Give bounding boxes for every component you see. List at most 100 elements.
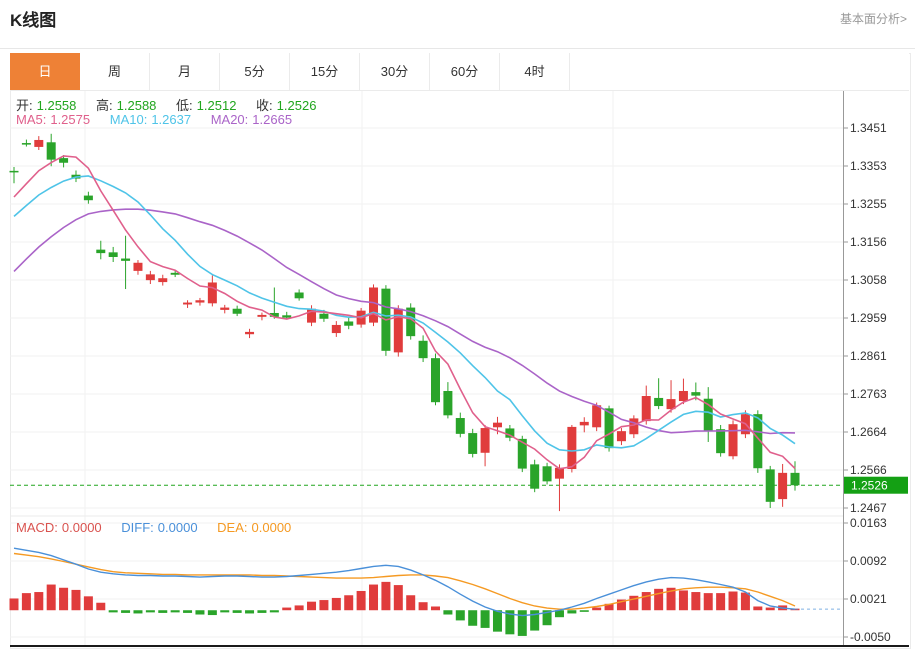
tab-日[interactable]: 日 bbox=[10, 53, 80, 90]
macd-histogram-bar bbox=[145, 610, 155, 613]
macd-histogram-bar bbox=[753, 606, 763, 611]
candle-body bbox=[430, 358, 440, 403]
high-label: 高: bbox=[96, 98, 113, 113]
macd-histogram-bar bbox=[170, 610, 180, 613]
dea-line bbox=[13, 552, 796, 610]
macd-histogram-bar bbox=[369, 584, 379, 611]
macd-histogram-bar bbox=[356, 590, 366, 611]
macd-histogram-bar bbox=[9, 598, 19, 611]
y-axis-label: 1.2861 bbox=[850, 349, 887, 363]
close-value: 1.2526 bbox=[276, 98, 317, 113]
candle-body bbox=[145, 274, 155, 281]
macd-histogram-bar bbox=[691, 592, 701, 611]
y-axis-label: 1.2664 bbox=[850, 425, 887, 439]
macd-histogram-bar bbox=[455, 610, 465, 621]
candle-body bbox=[46, 142, 56, 160]
y-axis-label: 1.2763 bbox=[850, 387, 887, 401]
macd-histogram-bar bbox=[307, 601, 317, 611]
macd-histogram-bar bbox=[492, 610, 502, 632]
ma20-value: 1.2665 bbox=[252, 112, 293, 127]
tab-周[interactable]: 周 bbox=[80, 53, 150, 90]
candle-body bbox=[641, 396, 651, 422]
ma-info-row: MA5: 1.2575 MA10: 1.2637 MA20: 1.2665 bbox=[16, 112, 296, 127]
open-label: 开: bbox=[16, 98, 33, 113]
low-value: 1.2512 bbox=[196, 98, 237, 113]
macd-histogram-bar bbox=[579, 610, 589, 612]
macd-histogram-bar bbox=[220, 610, 230, 613]
candle-body bbox=[282, 315, 292, 318]
candle-body bbox=[765, 469, 775, 502]
diff-line bbox=[13, 547, 796, 617]
macd-histogram-bar bbox=[678, 590, 688, 611]
candle-body bbox=[778, 472, 788, 500]
macd-histogram-bar bbox=[740, 592, 750, 611]
candle-body bbox=[678, 390, 688, 402]
candle-body bbox=[158, 278, 168, 283]
candle-body bbox=[418, 340, 428, 359]
candle-body bbox=[220, 307, 230, 310]
macd-histogram-bar bbox=[257, 610, 267, 613]
tab-15分[interactable]: 15分 bbox=[290, 53, 360, 90]
tab-60分[interactable]: 60分 bbox=[430, 53, 500, 90]
macd-histogram-bar bbox=[232, 610, 242, 613]
macd-label: MACD: bbox=[16, 520, 58, 535]
macd-value: 0.0000 bbox=[61, 520, 102, 535]
candle-body bbox=[728, 424, 738, 457]
candle-body bbox=[245, 331, 255, 335]
candle-body bbox=[195, 300, 205, 303]
macd-histogram-bar bbox=[654, 588, 664, 611]
ma10-line bbox=[13, 175, 796, 452]
candle-body bbox=[207, 282, 217, 304]
macd-histogram-bar bbox=[96, 602, 106, 611]
ma20-line bbox=[13, 208, 796, 435]
candle-body bbox=[579, 421, 589, 426]
open-value: 1.2558 bbox=[36, 98, 77, 113]
macd-histogram-bar bbox=[716, 593, 726, 611]
candle-body bbox=[133, 262, 143, 271]
candle-body bbox=[319, 313, 329, 319]
candle-body bbox=[654, 397, 664, 407]
macd-histogram-bar bbox=[71, 589, 81, 611]
macd-histogram-bar bbox=[331, 597, 341, 611]
macd-histogram-bar bbox=[282, 607, 292, 611]
macd-histogram-bar bbox=[59, 587, 69, 611]
candle-body bbox=[542, 466, 552, 482]
macd-histogram-bar bbox=[567, 610, 577, 614]
macd-histogram-bar bbox=[468, 610, 478, 626]
candle-body bbox=[344, 321, 354, 326]
candle-body bbox=[108, 252, 118, 257]
candle-body bbox=[691, 392, 701, 396]
candle-body bbox=[257, 314, 267, 317]
high-value: 1.2588 bbox=[116, 98, 157, 113]
candle-body bbox=[790, 472, 800, 486]
macd-info-row: MACD: 0.0000 DIFF: 0.0000 DEA: 0.0000 bbox=[16, 520, 295, 535]
macd-histogram-bar bbox=[344, 595, 354, 611]
macd-histogram-bar bbox=[765, 607, 775, 611]
candle-body bbox=[592, 405, 602, 428]
y-axis-label: 1.3058 bbox=[850, 273, 887, 287]
macd-histogram-bar bbox=[207, 610, 217, 616]
tab-30分[interactable]: 30分 bbox=[360, 53, 430, 90]
y-axis-label: 1.3255 bbox=[850, 197, 887, 211]
macd-histogram-bar bbox=[294, 605, 304, 611]
macd-histogram-bar bbox=[592, 607, 602, 611]
candle-body bbox=[716, 429, 726, 454]
tab-月[interactable]: 月 bbox=[150, 53, 220, 90]
tab-5分[interactable]: 5分 bbox=[220, 53, 290, 90]
y-axis-label: 1.3156 bbox=[850, 235, 887, 249]
candle-body bbox=[629, 418, 639, 435]
macd-histogram-bar bbox=[381, 581, 391, 611]
diff-label: DIFF: bbox=[121, 520, 154, 535]
candle-body bbox=[455, 418, 465, 434]
macd-histogram-bar bbox=[158, 610, 168, 613]
close-label: 收: bbox=[256, 98, 273, 113]
macd-histogram-bar bbox=[195, 610, 205, 615]
macd-histogram-bar bbox=[517, 610, 527, 636]
macd-histogram-bar bbox=[34, 592, 44, 611]
tab-4时[interactable]: 4时 bbox=[500, 53, 570, 90]
macd-histogram-bar bbox=[641, 592, 651, 611]
dea-value: 0.0000 bbox=[251, 520, 292, 535]
macd-y-axis-label: 0.0021 bbox=[850, 592, 887, 606]
ma10-label: MA10: bbox=[109, 112, 148, 127]
macd-histogram-bar bbox=[133, 610, 143, 614]
